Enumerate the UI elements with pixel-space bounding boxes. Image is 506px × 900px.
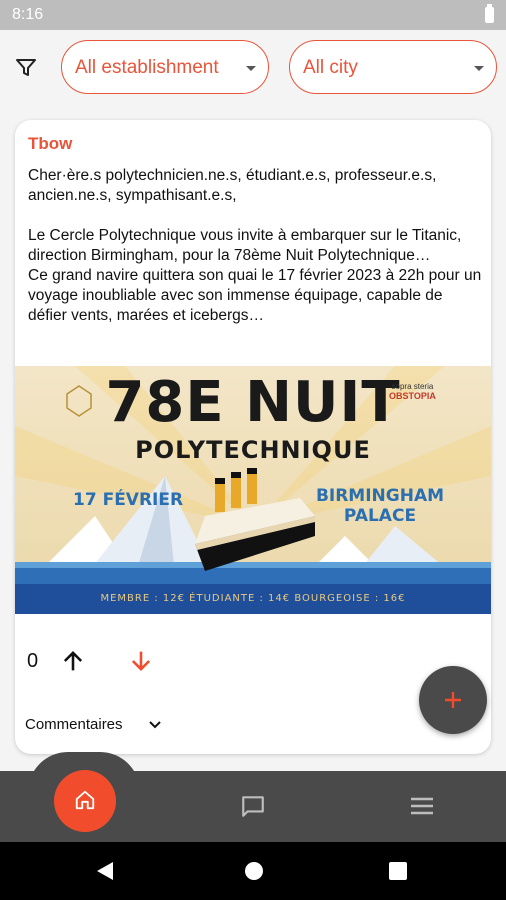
poster-subtitle: POLYTECHNIQUE — [135, 436, 371, 464]
sponsor-name: sopra steria — [391, 382, 434, 391]
home-icon — [75, 790, 95, 810]
poster-place-line: BIRMINGHAM — [315, 486, 445, 506]
chat-icon[interactable] — [240, 793, 266, 819]
system-home-icon[interactable] — [245, 862, 263, 880]
status-time: 8:16 — [12, 6, 44, 23]
establishment-select-value: All establishment — [75, 57, 219, 78]
system-navigation-bar — [0, 842, 506, 900]
plus-icon — [445, 692, 461, 708]
poster-place-line: PALACE — [343, 506, 417, 526]
poster-prices: MEMBRE : 12€ ÉTUDIANTE : 14€ BOURGEOISE … — [15, 584, 491, 614]
poster-place: BIRMINGHAM PALACE — [315, 486, 445, 526]
post-card: Tbow Cher·ère.s polytechnicien.ne.s, étu… — [15, 120, 491, 754]
chevron-down-icon[interactable] — [148, 718, 162, 732]
caret-down-icon — [246, 66, 256, 71]
post-paragraph: Cher·ère.s polytechnicien.ne.s, étudiant… — [28, 167, 437, 204]
battery-full-icon — [485, 4, 494, 23]
comments-toggle-label[interactable]: Commentaires — [25, 716, 123, 733]
filter-icon[interactable] — [14, 55, 38, 79]
back-icon[interactable] — [96, 861, 114, 881]
arrow-down-icon[interactable] — [127, 647, 155, 675]
vote-score: 0 — [27, 650, 39, 672]
city-select-value: All city — [303, 57, 358, 78]
poster-sponsor: sopra steria OBSTOPIA — [389, 382, 436, 401]
establishment-select[interactable]: All establishment — [61, 40, 269, 94]
poster-date: 17 FÉVRIER — [73, 490, 184, 510]
arrow-up-icon[interactable] — [59, 647, 87, 675]
post-paragraph: Le Cercle Polytechnique vous invite à em… — [28, 227, 462, 264]
post-body: Cher·ère.s polytechnicien.ne.s, étudiant… — [28, 166, 484, 326]
sponsor-name: OBSTOPIA — [389, 391, 436, 401]
post-paragraph: Ce grand navire quittera son quai le 17 … — [28, 267, 482, 324]
status-bar: 8:16 — [0, 0, 506, 30]
caret-down-icon — [474, 66, 484, 71]
post-author[interactable]: Tbow — [28, 134, 72, 154]
nav-home-button[interactable] — [54, 770, 116, 832]
poster-title: 78E NUIT — [105, 370, 401, 435]
add-post-button[interactable] — [419, 666, 487, 734]
city-select[interactable]: All city — [289, 40, 497, 94]
menu-icon[interactable] — [409, 794, 435, 818]
recent-apps-icon[interactable] — [389, 862, 407, 880]
event-poster-image[interactable]: 78E NUIT POLYTECHNIQUE 17 FÉVRIER BIRMIN… — [15, 366, 491, 614]
